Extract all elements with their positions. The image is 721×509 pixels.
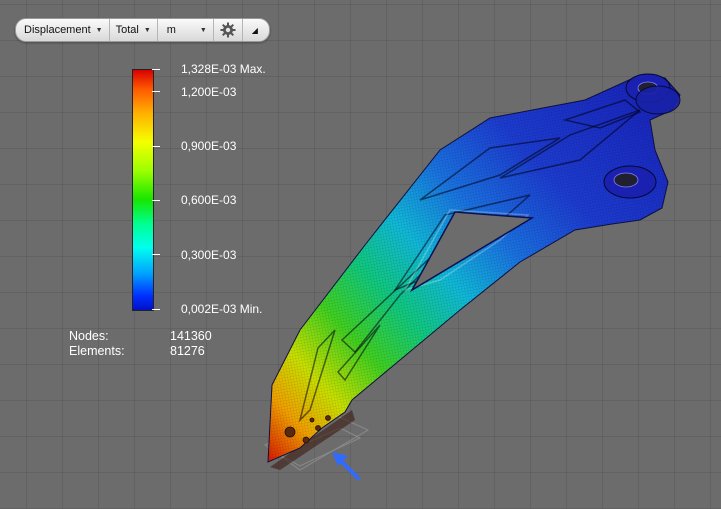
legend-tick: [152, 91, 160, 92]
chevron-down-icon: ▼: [95, 26, 103, 34]
legend-max-label: 1,328E-03 Max.: [181, 62, 266, 76]
collapse-icon: ◢: [251, 25, 258, 35]
fea-model[interactable]: [0, 0, 721, 509]
legend-tick: [152, 309, 160, 310]
mesh-overlay: [268, 75, 680, 462]
component-dropdown[interactable]: Total ▼: [110, 19, 158, 41]
load-arrow-icon[interactable]: [332, 452, 360, 480]
component-label: Total: [115, 24, 139, 36]
legend-label: 0,900E-03: [181, 139, 237, 153]
settings-button[interactable]: [214, 19, 243, 41]
legend-tick: [152, 254, 160, 255]
result-type-label: Displacement: [24, 24, 91, 36]
legend-tick: [152, 146, 160, 147]
elements-value: 81276: [170, 344, 205, 358]
result-type-dropdown[interactable]: Displacement ▼: [16, 19, 110, 41]
mount-boss-bottom[interactable]: [603, 165, 657, 199]
legend-min-label: 0,002E-03 Min.: [181, 302, 263, 316]
chevron-down-icon: ▼: [143, 26, 151, 34]
collapse-button[interactable]: ◢: [243, 19, 269, 41]
legend-label: 0,300E-03: [181, 248, 237, 262]
nodes-label: Nodes:: [69, 329, 109, 343]
gear-icon: [220, 22, 236, 38]
legend-tick: [152, 200, 160, 201]
unit-label: m: [166, 24, 176, 36]
legend-tick: [152, 69, 160, 70]
legend-label: 0,600E-03: [181, 193, 237, 207]
nodes-value: 141360: [170, 329, 212, 343]
chevron-down-icon: ▼: [199, 26, 207, 34]
result-toolbar: Displacement ▼ Total ▼ m ▼ ◢: [15, 18, 270, 42]
elements-label: Elements:: [69, 344, 125, 358]
unit-dropdown[interactable]: m ▼: [158, 19, 214, 41]
color-legend-bar: [132, 69, 154, 311]
legend-label: 1,200E-03: [181, 85, 237, 99]
simulation-viewport[interactable]: Displacement ▼ Total ▼ m ▼ ◢ 1,328E-03 M…: [0, 0, 721, 509]
